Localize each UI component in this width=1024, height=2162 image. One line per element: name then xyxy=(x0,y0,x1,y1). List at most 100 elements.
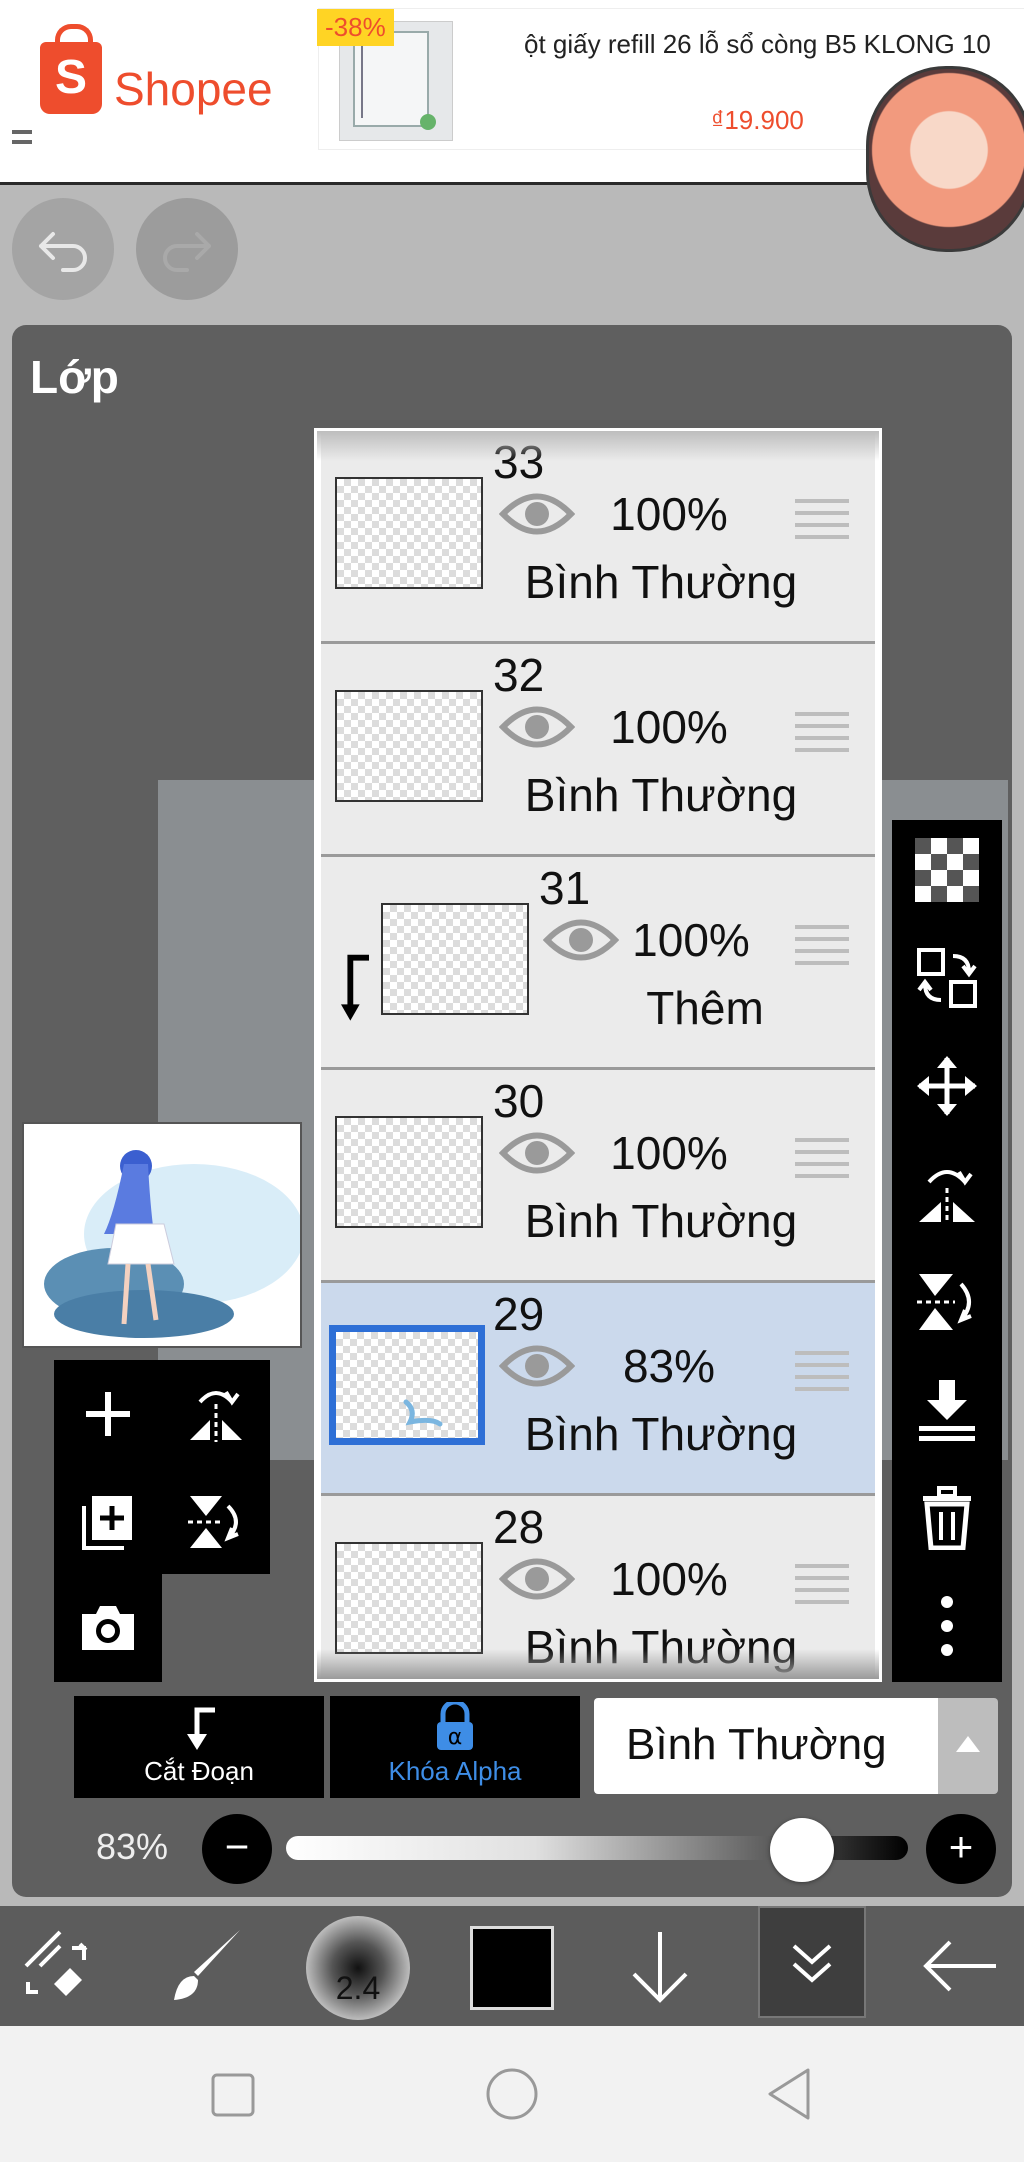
duplicate-layer-icon xyxy=(82,1496,132,1550)
layer-number: 31 xyxy=(539,862,591,914)
alpha-lock-icon: α xyxy=(437,1702,473,1750)
flip-vertical-button[interactable] xyxy=(892,1252,1002,1352)
layer-opacity: 83% xyxy=(622,1340,716,1392)
layer-row-31[interactable]: 31 100% Thêm xyxy=(321,857,875,1070)
layer-thumbnail[interactable] xyxy=(335,477,483,589)
eye-icon[interactable] xyxy=(499,698,575,756)
opacity-increase-button[interactable]: + xyxy=(926,1814,996,1884)
flip-horizontal-button[interactable] xyxy=(892,1144,1002,1244)
drag-handle-icon[interactable] xyxy=(795,712,849,754)
transform-button[interactable] xyxy=(20,1906,100,2026)
opacity-slider-knob[interactable] xyxy=(770,1818,835,1882)
flip-v-icon xyxy=(188,1496,239,1548)
undo-button[interactable] xyxy=(12,198,114,300)
drag-handle-icon[interactable] xyxy=(795,1564,849,1606)
layer-number: 33 xyxy=(493,436,545,488)
layer-opacity: 100% xyxy=(610,1553,728,1605)
opacity-value: 83% xyxy=(96,1826,169,1867)
home-icon[interactable] xyxy=(484,2066,540,2122)
transform-icon xyxy=(24,1930,88,1996)
chevron-double-down-icon xyxy=(792,1944,832,1983)
layer-thumbnail[interactable] xyxy=(335,1542,483,1654)
shopee-logo[interactable]: S Shopee xyxy=(0,0,310,155)
flip-h-icon xyxy=(190,1390,242,1442)
more-options-button[interactable] xyxy=(892,1576,1002,1676)
eye-icon[interactable] xyxy=(499,1550,575,1608)
system-navigation-bar xyxy=(0,2026,1024,2162)
drag-handle-icon[interactable] xyxy=(795,499,849,541)
layer-opacity: 100% xyxy=(632,914,750,966)
ad-product-price: ₫19.900 xyxy=(711,105,804,135)
move-button[interactable] xyxy=(892,1036,1002,1136)
back-button[interactable] xyxy=(918,1906,1002,2026)
layers-menu-button[interactable] xyxy=(758,1906,866,2018)
layer-down-button[interactable] xyxy=(620,1906,700,2026)
layer-thumbnail[interactable] xyxy=(329,1325,485,1445)
ad-product-title: ột giấy refill 26 lỗ sổ còng B5 KLONG 10 xyxy=(524,29,991,59)
redo-button[interactable] xyxy=(136,198,238,300)
flip-v-button[interactable] xyxy=(162,1468,270,1576)
alpha-lock-button[interactable]: α Khóa Alpha xyxy=(330,1696,580,1798)
duplicate-layer-button[interactable] xyxy=(54,1468,162,1576)
layer-list[interactable]: 33 100% Bình Thường 32 100% Bình Thường … xyxy=(314,428,882,1682)
layer-opacity: 100% xyxy=(610,701,728,753)
brush-size-button[interactable]: 2.4 xyxy=(306,1916,410,2020)
layer-number: 30 xyxy=(493,1075,545,1127)
layer-row-28[interactable]: 28 100% Bình Thường xyxy=(321,1496,875,1679)
trash-icon xyxy=(923,1486,971,1550)
drag-handle-icon[interactable] xyxy=(795,1138,849,1180)
layer-actions-toolbar xyxy=(54,1360,270,1574)
layer-row-32[interactable]: 32 100% Bình Thường xyxy=(321,644,875,857)
layer-number: 29 xyxy=(493,1288,545,1340)
eye-icon[interactable] xyxy=(499,1124,575,1182)
alpha-lock-label: Khóa Alpha xyxy=(388,1756,522,1786)
blend-mode-select[interactable]: Bình Thường xyxy=(594,1698,938,1794)
layer-number: 32 xyxy=(493,649,545,701)
swap-layer-button[interactable] xyxy=(892,928,1002,1028)
swap-layer-icon xyxy=(917,948,977,1008)
flip-h-button[interactable] xyxy=(162,1360,270,1468)
delete-layer-button[interactable] xyxy=(892,1468,1002,1568)
brush-size-value: 2.4 xyxy=(335,1970,381,2006)
flip-horizontal-icon xyxy=(919,1170,975,1224)
layer-blend-mode: Bình Thường xyxy=(524,1621,798,1673)
layer-thumbnail[interactable] xyxy=(381,903,529,1015)
add-layer-button[interactable] xyxy=(54,1360,162,1468)
layer-opacity: 100% xyxy=(610,488,728,540)
clipping-label: Cắt Đoạn xyxy=(144,1756,254,1786)
flip-vertical-icon xyxy=(917,1274,972,1330)
eye-icon[interactable] xyxy=(499,1337,575,1395)
layer-row-30[interactable]: 30 100% Bình Thường xyxy=(321,1070,875,1283)
canvas-preview[interactable] xyxy=(22,1122,302,1348)
layer-thumbnail[interactable] xyxy=(335,1116,483,1228)
camera-button[interactable] xyxy=(54,1574,162,1682)
drag-handle-icon[interactable] xyxy=(795,925,849,967)
undo-icon xyxy=(39,232,87,272)
brush-button[interactable] xyxy=(164,1906,248,2026)
layer-blend-mode: Bình Thường xyxy=(524,769,798,821)
clipping-button[interactable]: Cắt Đoạn xyxy=(74,1696,324,1798)
arrow-down-icon xyxy=(632,1932,688,2003)
blend-mode-value: Bình Thường xyxy=(626,1720,887,1769)
drag-handle-icon[interactable] xyxy=(795,1351,849,1393)
layer-row-33[interactable]: 33 100% Bình Thường xyxy=(321,431,875,644)
layer-blend-mode: Thêm xyxy=(646,982,764,1034)
more-icon xyxy=(941,1596,953,1656)
color-swatch[interactable] xyxy=(470,1926,554,2010)
shopee-brand-text: Shopee xyxy=(114,63,273,115)
blend-mode-dropdown-arrow[interactable] xyxy=(938,1698,998,1794)
eye-icon[interactable] xyxy=(499,485,575,543)
recent-apps-icon[interactable] xyxy=(210,2072,256,2118)
camera-toolbar xyxy=(54,1574,162,1682)
eye-icon[interactable] xyxy=(543,911,619,969)
move-icon xyxy=(917,1056,977,1116)
layer-number: 28 xyxy=(493,1501,545,1553)
ad-menu-icon[interactable] xyxy=(12,130,32,144)
layer-thumbnail[interactable] xyxy=(335,690,483,802)
layer-row-29-selected[interactable]: 29 83% Bình Thường xyxy=(321,1283,875,1496)
merge-down-button[interactable] xyxy=(892,1360,1002,1460)
opacity-decrease-button[interactable]: − xyxy=(202,1814,272,1884)
avatar[interactable] xyxy=(866,66,1024,252)
transparency-button[interactable] xyxy=(892,820,1002,920)
back-nav-icon[interactable] xyxy=(764,2066,814,2122)
